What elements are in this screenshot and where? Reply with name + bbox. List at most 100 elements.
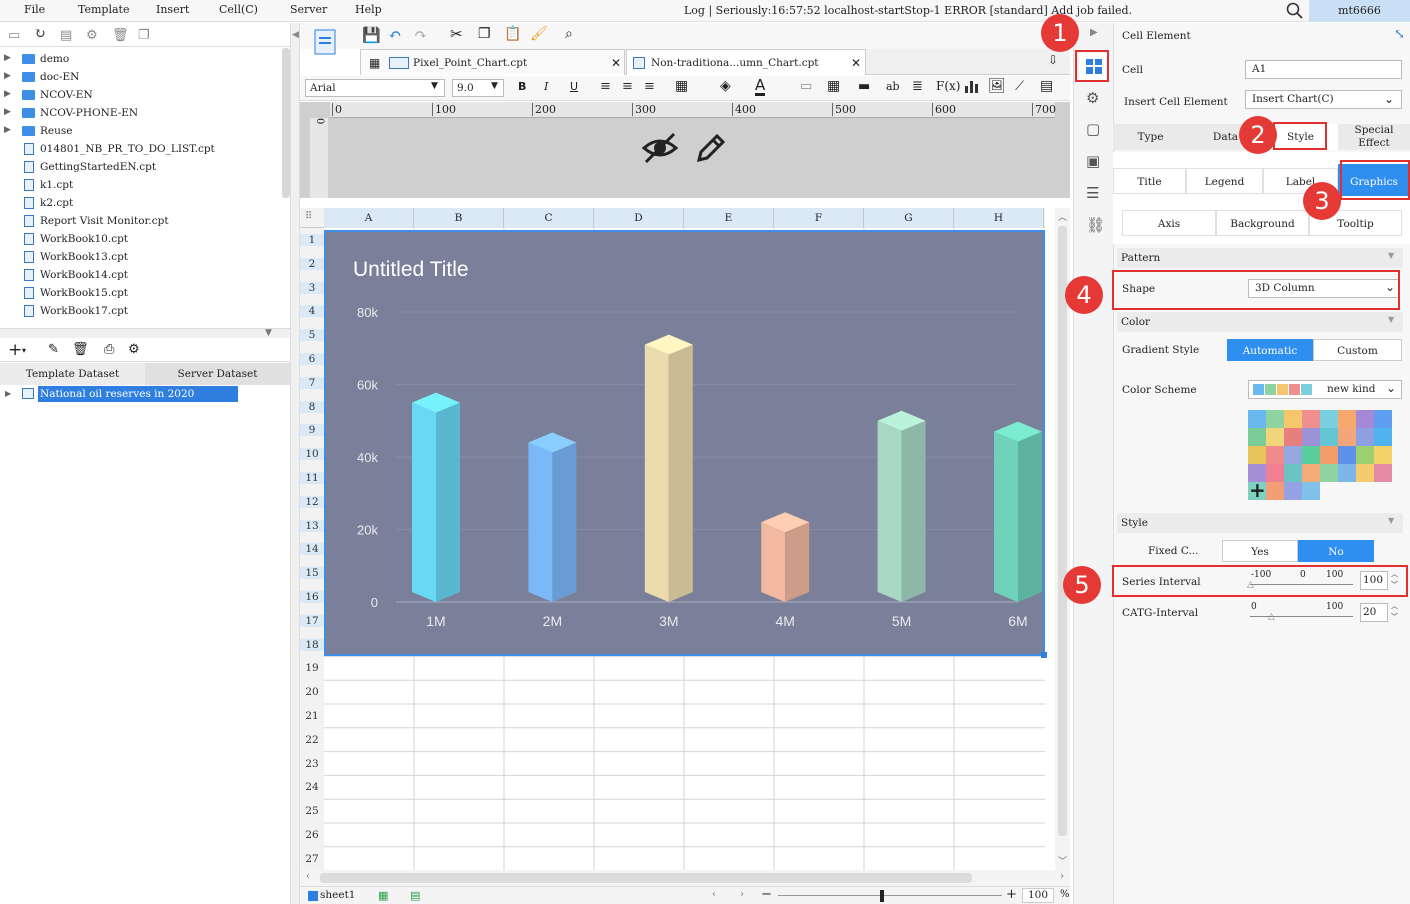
- column-header[interactable]: D: [594, 208, 684, 228]
- tree-item[interactable]: ▶ NCOV-PHONE-EN: [0, 105, 280, 123]
- cell-input[interactable]: A1: [1245, 60, 1402, 79]
- tree-item[interactable]: Report Visit Monitor.cpt: [0, 213, 280, 231]
- tree-scrollbar[interactable]: [282, 48, 290, 198]
- paragraph-icon[interactable]: ≣: [912, 79, 923, 94]
- tree-item[interactable]: ▶ NCOV-EN: [0, 87, 280, 105]
- hyperlink-icon[interactable]: ⛓: [1086, 216, 1105, 234]
- formula-icon[interactable]: F(x): [936, 79, 960, 93]
- row-header[interactable]: 7: [300, 376, 324, 389]
- expand-right-icon[interactable]: ▶: [1090, 27, 1098, 38]
- palette-swatch[interactable]: [1266, 446, 1284, 464]
- collapse-panel-icon[interactable]: ⤡: [1394, 27, 1405, 42]
- border-icon[interactable]: ▦: [675, 78, 688, 94]
- tree-item[interactable]: ▶ demo: [0, 51, 280, 69]
- sheet-tab[interactable]: sheet1: [320, 889, 355, 901]
- palette-swatch[interactable]: [1356, 428, 1374, 446]
- scroll-left-icon[interactable]: ‹: [306, 871, 310, 882]
- text-icon[interactable]: ab: [886, 80, 900, 93]
- tree-item[interactable]: WorkBook17.cpt: [0, 303, 280, 321]
- zoom-out-icon[interactable]: −: [761, 887, 772, 902]
- column-header[interactable]: C: [504, 208, 594, 228]
- expand-arrow-icon[interactable]: ▶: [4, 53, 11, 63]
- insert-element-select[interactable]: Insert Chart(C): [1245, 90, 1402, 109]
- collapse-section-icon[interactable]: ▼: [1388, 315, 1394, 324]
- chevron-down-icon[interactable]: ⌄: [1384, 92, 1394, 106]
- page-next-icon[interactable]: ›: [740, 889, 744, 900]
- palette-swatch[interactable]: [1356, 464, 1374, 482]
- menu-server[interactable]: Server: [290, 3, 327, 16]
- palette-swatch[interactable]: [1320, 446, 1338, 464]
- align-right-icon[interactable]: ≡: [644, 79, 655, 94]
- scroll-thumb[interactable]: [1058, 226, 1067, 836]
- tree-item[interactable]: ▶ Reuse: [0, 123, 280, 141]
- tree-splitter[interactable]: [0, 328, 290, 338]
- scroll-down-icon[interactable]: ﹀: [1058, 854, 1067, 867]
- palette-swatch[interactable]: [1338, 428, 1356, 446]
- search-icon[interactable]: [1286, 2, 1304, 23]
- widget-icon[interactable]: ▣: [1086, 152, 1100, 170]
- horizontal-scrollbar[interactable]: ‹ ›: [300, 870, 1070, 886]
- refresh-icon[interactable]: ↻: [34, 26, 46, 42]
- preview-icon[interactable]: ⎙: [104, 342, 114, 357]
- tab-background[interactable]: Background: [1216, 210, 1309, 236]
- copy-doc-icon[interactable]: ❐: [478, 26, 491, 42]
- row-header[interactable]: 1: [300, 234, 324, 246]
- row-header[interactable]: 10: [300, 448, 324, 461]
- subreport-icon[interactable]: ▤: [1040, 78, 1053, 94]
- row-header[interactable]: 3: [300, 281, 324, 294]
- add-icon[interactable]: +: [8, 340, 22, 360]
- palette-swatch[interactable]: [1302, 446, 1320, 464]
- user-name[interactable]: mt6666: [1309, 0, 1410, 22]
- color-scheme-select[interactable]: new kind: [1248, 380, 1402, 399]
- tree-item[interactable]: GettingStartedEN.cpt: [0, 159, 280, 177]
- zoom-input[interactable]: 100: [1022, 888, 1054, 903]
- menu-insert[interactable]: Insert: [156, 3, 189, 16]
- tab-type[interactable]: Type: [1113, 124, 1188, 150]
- collapse-section-icon[interactable]: ▼: [1388, 516, 1394, 525]
- bold-icon[interactable]: B: [518, 80, 526, 93]
- palette-swatch[interactable]: [1374, 464, 1392, 482]
- palette-swatch[interactable]: [1266, 482, 1284, 500]
- scroll-up-icon[interactable]: ︿: [1058, 210, 1067, 223]
- dataset-item[interactable]: National oil reserves in 2020: [38, 386, 238, 402]
- row-header[interactable]: 11: [300, 472, 324, 484]
- font-color-icon[interactable]: A: [755, 77, 766, 96]
- cut-icon[interactable]: ✂: [450, 25, 463, 43]
- cell-attribute-icon[interactable]: ⚙: [1086, 89, 1099, 107]
- column-header[interactable]: A: [324, 208, 414, 228]
- palette-swatch[interactable]: [1284, 482, 1302, 500]
- zoom-in-icon[interactable]: +: [1006, 887, 1017, 902]
- column-header[interactable]: H: [954, 208, 1044, 228]
- copy-icon[interactable]: ❐: [138, 28, 150, 43]
- column-header[interactable]: F: [774, 208, 864, 228]
- column-header[interactable]: E: [684, 208, 774, 228]
- tab-legend[interactable]: Legend: [1186, 168, 1263, 194]
- palette-swatch[interactable]: [1320, 464, 1338, 482]
- style-section[interactable]: Style: [1117, 513, 1403, 533]
- row-header[interactable]: 25: [300, 805, 324, 817]
- catg-interval-slider[interactable]: [1250, 616, 1353, 617]
- line-icon[interactable]: ▬: [858, 79, 870, 94]
- tab-special-effect[interactable]: Special Effect: [1338, 124, 1410, 150]
- find-icon[interactable]: ⌕: [565, 26, 573, 42]
- align-center-icon[interactable]: ≡: [622, 79, 633, 94]
- row-header[interactable]: 4: [300, 305, 324, 318]
- spinner-down-icon[interactable]: ﹀: [1391, 612, 1398, 622]
- row-header[interactable]: 19: [300, 662, 324, 674]
- color-palette[interactable]: [1248, 410, 1392, 500]
- tree-item[interactable]: ▶ doc-EN: [0, 69, 280, 87]
- palette-swatch[interactable]: [1248, 446, 1266, 464]
- chevron-down-icon[interactable]: ⌄: [1386, 381, 1396, 395]
- template-main-icon[interactable]: [314, 29, 336, 58]
- add-color-icon[interactable]: +: [1249, 478, 1266, 502]
- palette-swatch[interactable]: [1320, 410, 1338, 428]
- palette-swatch[interactable]: [1266, 464, 1284, 482]
- palette-swatch[interactable]: [1356, 446, 1374, 464]
- expand-arrow-icon[interactable]: ▶: [4, 89, 11, 99]
- custom-button[interactable]: Custom: [1313, 339, 1402, 361]
- palette-swatch[interactable]: [1338, 446, 1356, 464]
- floating-element-icon[interactable]: ▢: [1086, 120, 1100, 138]
- palette-swatch[interactable]: [1302, 464, 1320, 482]
- scroll-right-icon[interactable]: ›: [1060, 871, 1064, 882]
- row-header[interactable]: 22: [300, 734, 324, 746]
